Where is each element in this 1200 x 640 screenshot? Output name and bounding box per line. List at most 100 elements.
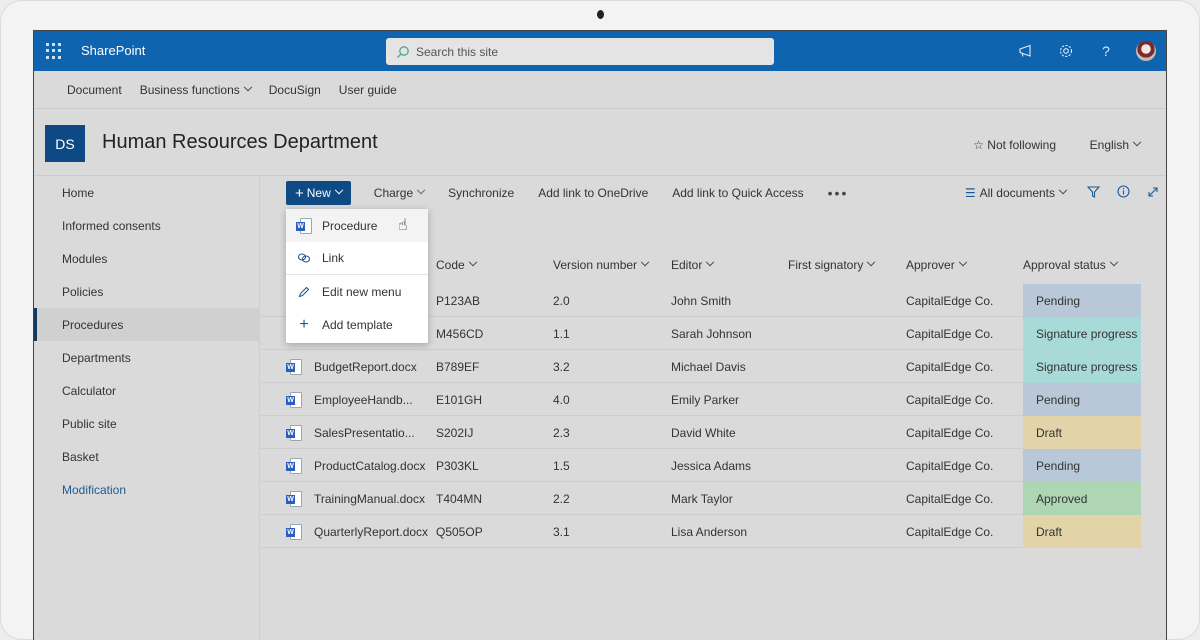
- file-name[interactable]: SalesPresentatio...: [314, 416, 415, 449]
- charge-button[interactable]: Charge: [374, 185, 426, 200]
- table-row[interactable]: W SalesPresentatio... S202IJ 2.3 David W…: [261, 416, 1141, 449]
- megaphone-icon[interactable]: [1006, 31, 1046, 71]
- approval-status-badge: Pending: [1023, 284, 1141, 317]
- help-icon[interactable]: ?: [1086, 31, 1126, 71]
- editor-cell: David White: [671, 425, 736, 440]
- table-row[interactable]: W ProductCatalog.docx P303KL 1.5 Jessica…: [261, 449, 1141, 482]
- editor-cell: Emily Parker: [671, 392, 740, 407]
- new-button[interactable]: + New: [286, 181, 351, 205]
- waffle-icon[interactable]: [46, 43, 62, 59]
- menu-item-procedure[interactable]: W Procedure ☝: [286, 209, 428, 242]
- column-header-first-signatory[interactable]: First signatory: [788, 246, 876, 284]
- chevron-down-icon: [1132, 137, 1142, 147]
- approval-status-badge: Approved: [1023, 482, 1141, 515]
- column-label: First signatory: [788, 258, 864, 272]
- nav-item-home[interactable]: Home: [34, 176, 259, 209]
- file-name[interactable]: ProductCatalog.docx: [314, 449, 425, 482]
- file-name[interactable]: TrainingManual.docx: [314, 482, 425, 515]
- hub-navigation: Document Business functions DocuSign Use…: [34, 71, 1166, 109]
- file-name[interactable]: QuarterlyReport.docx: [314, 515, 428, 548]
- word-doc-icon: W: [286, 523, 302, 540]
- language-label: English: [1089, 138, 1129, 152]
- plus-icon: +: [295, 184, 304, 202]
- approver-cell: CapitalEdge Co.: [906, 491, 994, 506]
- hubnav-docusign[interactable]: DocuSign: [269, 83, 321, 97]
- code-cell: T404MN: [436, 491, 483, 506]
- word-doc-icon: W: [296, 217, 312, 234]
- synchronize-button[interactable]: Synchronize: [448, 186, 514, 200]
- expand-icon[interactable]: [1138, 186, 1166, 201]
- link-icon: [294, 252, 314, 264]
- nav-item-policies[interactable]: Policies: [34, 275, 259, 308]
- file-type-cell: W: [286, 416, 302, 449]
- table-row[interactable]: W BudgetReport.docx B789EF 3.2 Michael D…: [261, 350, 1141, 383]
- editor-cell: Lisa Anderson: [671, 524, 748, 539]
- column-label: Approver: [906, 258, 955, 272]
- file-type-cell: W: [286, 449, 302, 482]
- version-cell: 3.2: [553, 359, 570, 374]
- suite-bar: SharePoint Search this site ?: [34, 31, 1166, 71]
- menu-item-link[interactable]: Link: [286, 242, 428, 275]
- search-icon: [397, 45, 409, 58]
- column-header-code[interactable]: Code: [436, 246, 477, 284]
- site-logo[interactable]: DS: [45, 125, 85, 162]
- table-row[interactable]: W TrainingManual.docx T404MN 2.2 Mark Ta…: [261, 482, 1141, 515]
- nav-item-procedures[interactable]: Procedures: [34, 308, 259, 341]
- site-title[interactable]: Human Resources Department: [102, 131, 378, 154]
- hubnav-user-guide[interactable]: User guide: [339, 83, 397, 97]
- approval-status-badge: Draft: [1023, 416, 1141, 449]
- menu-item-add-template[interactable]: + Add template: [286, 308, 428, 341]
- table-row[interactable]: W QuarterlyReport.docx Q505OP 3.1 Lisa A…: [261, 515, 1141, 548]
- chevron-down-icon: [416, 185, 426, 195]
- search-input[interactable]: Search this site: [386, 38, 774, 65]
- table-row[interactable]: W EmployeeHandb... E101GH 4.0 Emily Park…: [261, 383, 1141, 416]
- hubnav-business-functions[interactable]: Business functions: [139, 82, 253, 97]
- approver-cell: CapitalEdge Co.: [906, 458, 994, 473]
- avatar-button[interactable]: [1126, 31, 1166, 71]
- file-name[interactable]: BudgetReport.docx: [314, 350, 417, 383]
- column-header-version[interactable]: Version number: [553, 246, 650, 284]
- nav-item-informed-consents[interactable]: Informed consents: [34, 209, 259, 242]
- add-link-onedrive-button[interactable]: Add link to OneDrive: [538, 186, 648, 200]
- nav-item-modification[interactable]: Modification: [34, 473, 259, 506]
- column-header-approval-status[interactable]: Approval status: [1023, 246, 1118, 284]
- word-doc-icon: W: [286, 490, 302, 507]
- editor-cell: Sarah Johnson: [671, 326, 752, 341]
- nav-item-departments[interactable]: Departments: [34, 341, 259, 374]
- code-cell: M456CD: [436, 326, 484, 341]
- filter-icon[interactable]: [1078, 185, 1108, 201]
- view-selector[interactable]: ☰ All documents: [965, 185, 1068, 200]
- hubnav-label: Business functions: [139, 82, 240, 97]
- approver-cell: CapitalEdge Co.: [906, 326, 994, 341]
- nav-item-basket[interactable]: Basket: [34, 440, 259, 473]
- chevron-down-icon: [334, 185, 344, 195]
- more-options-icon[interactable]: •••: [828, 185, 849, 201]
- hubnav-document[interactable]: Document: [67, 83, 122, 97]
- new-dropdown-menu: W Procedure ☝ Link Edit new menu + Add t…: [286, 209, 428, 343]
- nav-item-modules[interactable]: Modules: [34, 242, 259, 275]
- language-selector[interactable]: English: [1089, 137, 1142, 152]
- menu-item-label: Add template: [322, 317, 393, 332]
- file-name[interactable]: EmployeeHandb...: [314, 383, 413, 416]
- menu-item-label: Procedure: [322, 218, 378, 233]
- follow-button[interactable]: ☆ Not following: [973, 138, 1056, 152]
- column-header-approver[interactable]: Approver: [906, 246, 967, 284]
- gear-icon[interactable]: [1046, 31, 1086, 71]
- app-name[interactable]: SharePoint: [81, 43, 145, 58]
- version-cell: 2.3: [553, 425, 570, 440]
- pencil-icon: [294, 286, 314, 298]
- menu-item-edit-new-menu[interactable]: Edit new menu: [286, 275, 428, 308]
- nav-item-calculator[interactable]: Calculator: [34, 374, 259, 407]
- editor-cell: Mark Taylor: [671, 491, 733, 506]
- approval-status-badge: Pending: [1023, 449, 1141, 482]
- site-header: DS Human Resources Department ☆ Not foll…: [34, 110, 1166, 176]
- info-icon[interactable]: [1108, 185, 1138, 201]
- add-link-quick-access-button[interactable]: Add link to Quick Access: [672, 186, 803, 200]
- approval-status-badge: Pending: [1023, 383, 1141, 416]
- column-header-editor[interactable]: Editor: [671, 246, 715, 284]
- approver-cell: CapitalEdge Co.: [906, 359, 994, 374]
- version-cell: 1.5: [553, 458, 570, 473]
- file-type-cell: W: [286, 482, 302, 515]
- nav-item-public-site[interactable]: Public site: [34, 407, 259, 440]
- hubnav-label: User guide: [338, 82, 397, 97]
